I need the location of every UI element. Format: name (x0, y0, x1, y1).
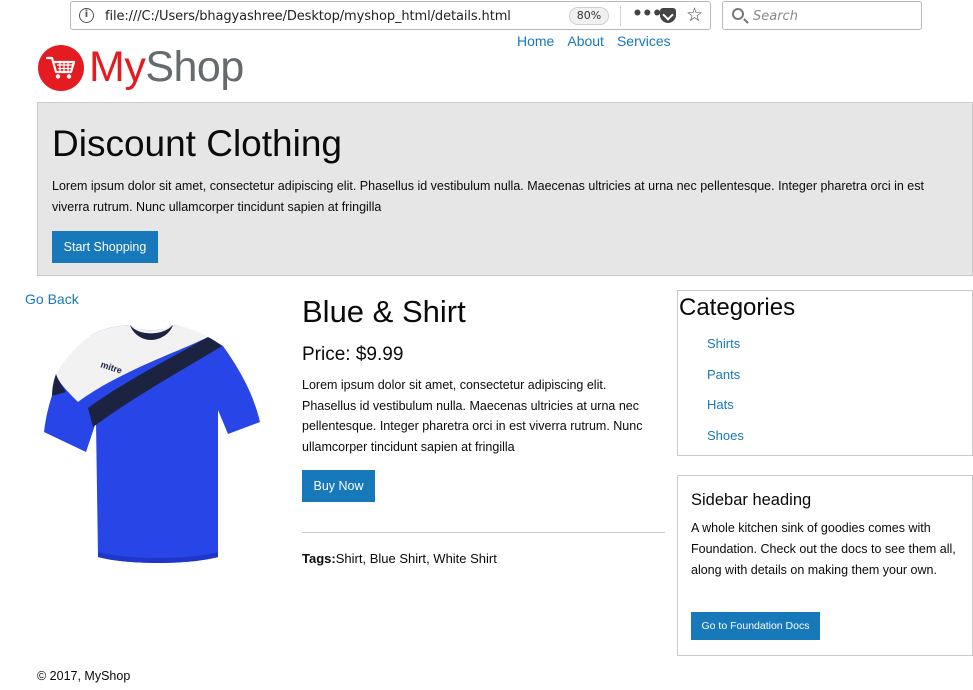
product-tags: Tags:Shirt, Blue Shirt, White Shirt (302, 551, 497, 566)
address-url[interactable]: file:///C:/Users/bhagyashree/Desktop/mys… (105, 9, 511, 24)
category-shirts-link[interactable]: Shirts (707, 337, 744, 368)
sidebar-panel: Sidebar heading A whole kitchen sink of … (677, 475, 973, 656)
buy-now-button[interactable]: Buy Now (302, 470, 375, 502)
search-bar[interactable] (722, 1, 922, 30)
search-input[interactable] (753, 7, 913, 25)
start-shopping-button[interactable]: Start Shopping (52, 231, 158, 263)
bookmark-star-icon[interactable]: ☆ (686, 3, 703, 27)
foundation-docs-button[interactable]: Go to Foundation Docs (691, 612, 820, 640)
zoom-indicator[interactable]: 80% (569, 7, 609, 25)
top-navigation: Home About Services (512, 34, 679, 54)
category-pants-link[interactable]: Pants (707, 367, 744, 399)
categories-panel: Categories Shirts Pants Hats Shoes (677, 290, 973, 456)
brand-name-shop: Shop (145, 43, 244, 91)
page-content: MyShop Home About Services Discount Clot… (0, 34, 973, 690)
sidebar-heading: Sidebar heading (691, 491, 812, 509)
categories-list: Shirts Pants Hats Shoes (707, 337, 744, 460)
divider (302, 532, 665, 533)
category-shoes-link[interactable]: Shoes (707, 429, 744, 460)
product-description: Lorem ipsum dolor sit amet, consectetur … (302, 378, 643, 454)
hero-callout: Discount Clothing Lorem ipsum dolor sit … (37, 102, 973, 276)
pocket-icon[interactable] (660, 8, 676, 23)
footer-copyright: © 2017, MyShop (37, 669, 131, 683)
nav-home-link[interactable]: Home (517, 34, 554, 54)
toolbar-divider (620, 6, 621, 26)
go-back-link[interactable]: Go Back (25, 291, 79, 307)
brand-name-my: My (89, 43, 146, 91)
categories-title: Categories (679, 294, 796, 321)
product-title: Blue & Shirt (302, 294, 466, 329)
product-price: Price: $9.99 (302, 344, 404, 365)
browser-toolbar: i file:///C:/Users/bhagyashree/Desktop/m… (0, 0, 973, 34)
address-bar[interactable]: i file:///C:/Users/bhagyashree/Desktop/m… (70, 1, 711, 30)
tag-item: Shirt (335, 551, 363, 566)
hero-title: Discount Clothing (52, 123, 342, 164)
sidebar-text: A whole kitchen sink of goodies comes wi… (691, 521, 956, 577)
shopping-cart-icon (38, 45, 84, 91)
tag-item: White Shirt (433, 551, 497, 566)
page-info-icon[interactable]: i (79, 8, 94, 23)
search-icon (732, 8, 744, 20)
nav-about-link[interactable]: About (567, 34, 604, 54)
page-actions-icon[interactable]: ••• (632, 4, 663, 24)
product-image: mitre (38, 312, 264, 567)
tag-item: Blue Shirt (369, 551, 427, 566)
brand-name: MyShop (89, 41, 244, 93)
nav-services-link[interactable]: Services (617, 34, 671, 54)
tags-label: Tags: (302, 551, 336, 566)
category-hats-link[interactable]: Hats (707, 398, 744, 429)
hero-text: Lorem ipsum dolor sit amet, consectetur … (52, 179, 924, 214)
